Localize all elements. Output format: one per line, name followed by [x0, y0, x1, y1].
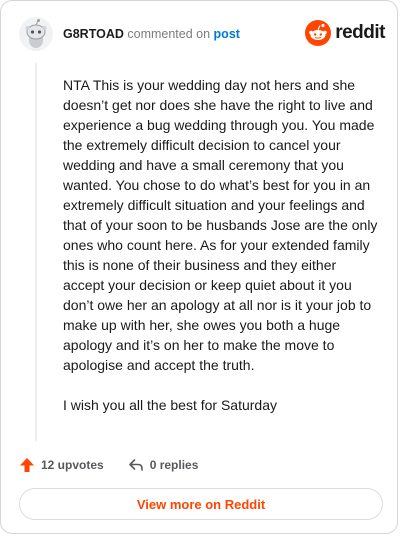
upvote-count: 12 upvotes [41, 458, 104, 472]
comment-body: NTA This is your wedding day not hers an… [63, 75, 381, 435]
comment-paragraph: I wish you all the best for Saturday [63, 397, 277, 413]
snoo-avatar-icon [19, 17, 53, 51]
embedded-comment-card: G8RTOAD commented on post reddit NTA Thi… [0, 0, 398, 534]
replies-button[interactable]: 0 replies [128, 457, 199, 473]
reddit-logo-icon [305, 20, 332, 46]
user-avatar[interactable] [19, 17, 53, 51]
thread-line [35, 63, 37, 441]
reply-arrow-icon [128, 459, 143, 471]
comment-meta: G8RTOAD commented on post [63, 27, 240, 41]
post-link[interactable]: post [214, 27, 240, 41]
reddit-wordmark: reddit [335, 22, 385, 43]
reddit-brand-link[interactable]: reddit [305, 20, 385, 46]
username-link[interactable]: G8RTOAD [63, 27, 124, 41]
upvote-button[interactable]: 12 upvotes [19, 457, 104, 473]
comment-actions: 12 upvotes 0 replies [19, 455, 222, 475]
view-more-button[interactable]: View more on Reddit [19, 488, 383, 520]
comment-header: G8RTOAD commented on post reddit [19, 17, 385, 51]
arrow-up-icon [20, 458, 34, 472]
commented-on-text: commented on [127, 27, 211, 41]
reply-count: 0 replies [149, 458, 199, 472]
comment-paragraph: NTA This is your wedding day not hers an… [63, 77, 378, 373]
